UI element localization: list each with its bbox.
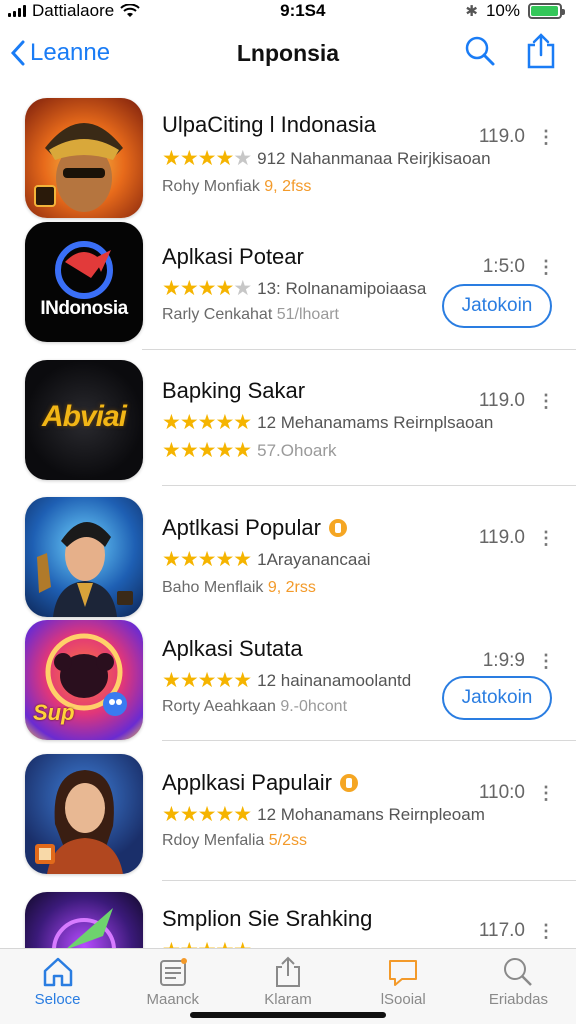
home-icon — [43, 957, 72, 987]
rating-text: 1Arayanancaai — [257, 549, 371, 569]
share-icon — [276, 956, 300, 987]
battery-fill — [530, 6, 558, 16]
search-icon — [465, 36, 495, 65]
status-right: ✱ 10% — [465, 1, 565, 21]
app-name[interactable]: Applkasi Papulair — [162, 770, 358, 796]
arrow-game-icon[interactable] — [25, 892, 143, 952]
tab-label: lSooial — [380, 991, 426, 1008]
app-version: 1:5:0 ⋮ — [482, 256, 555, 278]
rating-text: 13: Rolnanamipoiaasa — [257, 278, 427, 298]
wifi-icon — [120, 4, 140, 17]
app-name[interactable]: Bapking Sakar — [162, 378, 305, 404]
app-meta: 57.Ohoark — [257, 440, 337, 460]
rating-line: ★★★★★ 12 Mohanamans Reirnpleoam — [162, 802, 485, 827]
rating-line: ★★★★★ 13: Rolnanamipoiaasa — [162, 276, 426, 301]
battery-icon — [527, 3, 565, 19]
star-rating: ★★★★★ — [162, 669, 252, 692]
monkey-character-icon[interactable]: Sup — [25, 620, 143, 740]
back-label: Leanne — [30, 39, 111, 66]
news-icon — [159, 958, 187, 986]
app-meta: Rohy Monfiak 9, 2fss — [162, 178, 312, 195]
status-left: Dattialaore — [8, 1, 140, 21]
share-icon — [527, 32, 555, 68]
more-icon[interactable]: ⋮ — [537, 921, 555, 942]
divider — [162, 880, 576, 881]
app-version: 110:0 ⋮ — [478, 782, 555, 804]
nav-bar: Leanne Lnponsia — [0, 28, 576, 78]
chat-icon — [389, 960, 418, 986]
app-version: 119.0 ⋮ — [478, 126, 555, 148]
tab-label: Maanck — [146, 991, 200, 1008]
divider — [162, 485, 576, 486]
tab-label: Klaram — [264, 991, 312, 1008]
share-button[interactable] — [526, 32, 556, 74]
get-button[interactable]: Jatokoin — [442, 284, 552, 328]
app-meta: Rorty Aeahkaan 9.-0hcont — [162, 698, 348, 715]
rating-text: 12 Mohanamans Reirnpleoam — [257, 804, 485, 824]
masked-hero-icon[interactable] — [25, 98, 143, 218]
app-name[interactable]: Smplion Sie Srahking — [162, 906, 372, 932]
app-name[interactable]: UlpaCiting l Indonasia — [162, 112, 376, 138]
tab-label: Eriabdas — [488, 991, 549, 1008]
anime-hero-icon[interactable] — [25, 497, 143, 617]
badge-icon — [339, 774, 358, 792]
rating-line-secondary: ★★★★★ 57.Ohoark — [162, 438, 337, 463]
more-icon[interactable]: ⋮ — [537, 783, 555, 804]
abviai-logo-icon[interactable]: Abviai — [25, 360, 143, 480]
icon-overlay-text: INdonosia — [40, 298, 128, 319]
more-icon[interactable]: ⋮ — [537, 528, 555, 549]
star-rating: ★★★★★ — [162, 439, 252, 462]
app-version: 119.0 ⋮ — [478, 527, 555, 549]
signal-icon — [8, 5, 26, 17]
more-icon[interactable]: ⋮ — [537, 391, 555, 412]
tab-home[interactable]: Seloce — [0, 949, 115, 1024]
icon-overlay-text: Abviai — [41, 400, 127, 433]
divider — [142, 349, 576, 350]
more-icon[interactable]: ⋮ — [537, 651, 555, 672]
home-indicator[interactable] — [190, 1012, 386, 1018]
rating-line: ★★★★★ 912 Nahanmanaa Reirjkisaoan — [162, 146, 491, 171]
app-version: 117.0 ⋮ — [478, 920, 555, 942]
app-name[interactable]: Aplkasi Potear — [162, 244, 304, 270]
divider — [162, 740, 576, 741]
rating-line: ★★★★★ 1Arayanancaai — [162, 547, 371, 572]
app-version: 119.0 ⋮ — [478, 390, 555, 412]
status-time: 9:1S4 — [280, 1, 326, 20]
search-icon — [504, 958, 533, 986]
search-button[interactable] — [464, 35, 496, 72]
rating-text: 912 Nahanmanaa Reirjkisaoan — [257, 148, 491, 168]
app-name[interactable]: Aptlkasi Popular — [162, 515, 347, 541]
bluetooth-icon: ✱ — [465, 3, 478, 20]
get-button[interactable]: Jatokoin — [442, 676, 552, 720]
app-version: 1:9:9 ⋮ — [482, 650, 555, 672]
icon-overlay-text: Sup — [33, 700, 75, 725]
rating-text: 12 hainanamoolantd — [257, 670, 412, 690]
tab-label: Seloce — [34, 991, 81, 1008]
tab-search[interactable]: Eriabdas — [461, 949, 576, 1024]
app-meta: Baho Menflaik 9, 2rss — [162, 579, 316, 596]
back-button[interactable]: Leanne — [10, 39, 110, 67]
tab-bar: Seloce Maanck Klaram lSooial Eriabdas — [0, 948, 576, 1024]
battery-percent: 10% — [485, 1, 520, 20]
rating-text: 12 Mehanamams Reirnplsaoan — [257, 412, 494, 432]
rating-line: ★★★★★ 12 hainanamoolantd — [162, 668, 411, 693]
indonosia-logo-icon[interactable]: INdonosia — [25, 222, 143, 342]
app-meta: Rdoy Menfalia 5/2ss — [162, 832, 307, 849]
more-icon[interactable]: ⋮ — [537, 257, 555, 278]
app-name[interactable]: Aplkasi Sutata — [162, 636, 303, 662]
app-meta: Rarly Cenkahat 51/lhoart — [162, 306, 339, 323]
more-icon[interactable]: ⋮ — [537, 127, 555, 148]
chevron-left-icon — [10, 40, 25, 66]
carrier-label: Dattialaore — [32, 1, 115, 20]
status-bar: Dattialaore 9:1S4 ✱ 10% — [0, 0, 576, 22]
rating-line: ★★★★★ 12 Mehanamams Reirnplsaoan — [162, 410, 493, 435]
star-rating: ★★★★★ — [162, 803, 252, 826]
badge-icon — [328, 519, 347, 537]
star-rating: ★★★★★ — [162, 277, 252, 300]
woman-portrait-icon[interactable] — [25, 754, 143, 874]
nav-actions — [464, 32, 556, 74]
star-rating: ★★★★★ — [162, 147, 252, 170]
star-rating: ★★★★★ — [162, 411, 252, 434]
star-rating: ★★★★★ — [162, 548, 252, 571]
